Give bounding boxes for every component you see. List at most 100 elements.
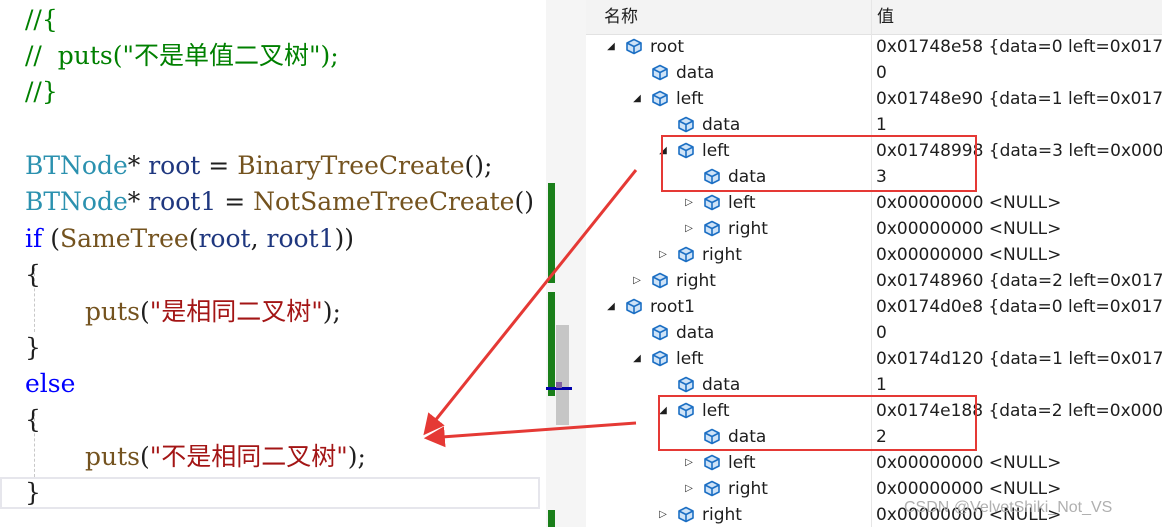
collapsed-arrow-icon[interactable]: ▷ [682,476,696,502]
variable-token: root [198,224,251,253]
breakpoint-marker [556,382,562,388]
function-token: SameTree [59,224,189,253]
collapsed-arrow-icon[interactable]: ▷ [656,242,670,268]
change-marker [548,183,555,283]
watch-row-value[interactable]: 0x00000000 <NULL> [876,190,1061,216]
watch-row[interactable]: data 0 [586,60,1162,86]
keyword-token: else [25,369,76,398]
code-line-13[interactable]: puts("不是相同二叉树"); [85,439,366,475]
watermark: CSDN @VelvetShiki_Not_VS [904,499,1113,516]
change-marker [548,292,555,396]
collapsed-arrow-icon[interactable]: ▷ [630,268,644,294]
type-token: BTNode [25,187,128,216]
collapsed-arrow-icon[interactable]: ▷ [656,502,670,528]
code-line-12[interactable]: { [25,402,41,438]
comment-token: //{ [25,5,58,34]
watch-row-name: right [728,479,768,499]
keyword-token: if [25,224,43,253]
watch-row-name: data [676,323,715,343]
watch-row[interactable]: data 0 [586,320,1162,346]
watch-row-value[interactable]: 0x01748e90 {data=1 left=0x01748998 [876,86,1162,112]
watch-row-name: data [676,63,715,83]
string-token: "不是相同二叉树" [149,442,348,471]
watch-row[interactable]: ▷ right 0x01748960 {data=2 left=0x0174d0 [586,268,1162,294]
comment-token: ( [112,41,123,70]
expanded-arrow-icon[interactable]: ◢ [630,86,644,112]
code-line-8[interactable]: { [25,257,41,293]
editor-vertical-scrollbar[interactable] [546,0,586,527]
code-line-7[interactable]: if (SameTree(root, root1)) [25,221,354,257]
watch-row-name: left [676,349,704,369]
watch-row-value[interactable]: 0 [876,60,887,86]
collapsed-arrow-icon[interactable]: ▷ [682,190,696,216]
watch-row-value[interactable]: 0x01748960 {data=2 left=0x0174d0 [876,268,1162,294]
cube-icon [678,246,694,263]
watch-row[interactable]: ▷ right 0x00000000 <NULL> [586,242,1162,268]
expanded-arrow-icon[interactable]: ◢ [604,294,618,320]
watch-row[interactable]: ◢ root1 0x0174d0e8 {data=0 left=0x0174d12 [586,294,1162,320]
code-editor[interactable]: //{ // puts("不是单值二叉树"); //} BTNode* root… [0,0,546,527]
current-line-highlight [0,477,540,509]
operator-token: = [224,187,246,216]
operator-token: * [127,151,141,180]
watch-row-name: right [728,219,768,239]
watch-window[interactable]: 名称 值 ◢ root 0x01748e58 {data=0 left=0x0174… [586,0,1162,527]
watch-row-value[interactable]: 0x0174d0e8 {data=0 left=0x0174d12 [876,294,1162,320]
comment-token: "不是单值二叉树" [122,41,321,70]
code-line-14[interactable]: } [25,475,41,511]
punct-token: ( [139,297,150,326]
watch-row-name: left [728,453,756,473]
collapsed-arrow-icon[interactable]: ▷ [682,216,696,242]
punct-token: ); [322,297,341,326]
watch-row[interactable]: ◢ root 0x01748e58 {data=0 left=0x01748e90 [586,34,1162,60]
code-line-3[interactable]: //} [25,74,58,110]
variable-token: root1 [266,224,335,253]
watch-row-name: root1 [650,297,695,317]
watch-row-name: right [702,245,742,265]
watch-row-value[interactable]: 0x00000000 <NULL> [876,242,1061,268]
code-line-10[interactable]: } [25,330,41,366]
cube-icon [704,454,720,471]
watch-header: 名称 值 [586,0,1162,35]
expanded-arrow-icon[interactable]: ◢ [630,346,644,372]
code-line-5[interactable]: BTNode* root = BinaryTreeCreate(); [25,148,492,184]
cube-icon [704,220,720,237]
watch-row[interactable]: ▷ right 0x00000000 <NULL> [586,216,1162,242]
variable-token: root1 [148,187,217,216]
cube-icon [704,480,720,497]
punct-token: (); [464,151,493,180]
watch-row-value[interactable]: 0x00000000 <NULL> [876,450,1061,476]
variable-token: root [148,151,201,180]
operator-token: * [127,187,141,216]
type-token: BTNode [25,151,128,180]
watch-row[interactable]: ▷ left 0x00000000 <NULL> [586,450,1162,476]
watch-row[interactable]: ◢ left 0x0174d120 {data=1 left=0x0174e18 [586,346,1162,372]
code-line-6[interactable]: BTNode* root1 = NotSameTreeCreate() [25,184,534,220]
cube-icon [678,506,694,523]
column-header-name[interactable]: 名称 [604,0,638,34]
watch-row-value[interactable]: 0x01748e58 {data=0 left=0x01748e90 [876,34,1162,60]
punct-token: ( [139,442,150,471]
operator-token: = [208,151,230,180]
code-line-11[interactable]: else [25,366,75,402]
watch-row-value[interactable]: 0x00000000 <NULL> [876,216,1061,242]
column-header-value[interactable]: 值 [877,0,894,34]
brace-token: { [25,405,41,434]
watch-row-value[interactable]: 0x0174d120 {data=1 left=0x0174e18 [876,346,1162,372]
collapsed-arrow-icon[interactable]: ▷ [682,450,696,476]
punct-token: , [250,224,267,253]
cube-icon [626,38,642,55]
code-line-1[interactable]: //{ [25,2,58,38]
expanded-arrow-icon[interactable]: ◢ [604,34,618,60]
comment-token: // [25,41,58,70]
brace-token: { [25,260,41,289]
code-line-2[interactable]: // puts("不是单值二叉树"); [25,38,339,74]
punct-token: () [514,187,534,216]
watch-row[interactable]: ◢ left 0x01748e90 {data=1 left=0x01748998 [586,86,1162,112]
change-marker [548,510,555,527]
code-line-9[interactable]: puts("是相同二叉树"); [85,294,341,330]
watch-row[interactable]: ▷ left 0x00000000 <NULL> [586,190,1162,216]
scrollbar-thumb[interactable] [556,325,569,425]
punct-token: )) [334,224,355,253]
watch-row-value[interactable]: 0 [876,320,887,346]
